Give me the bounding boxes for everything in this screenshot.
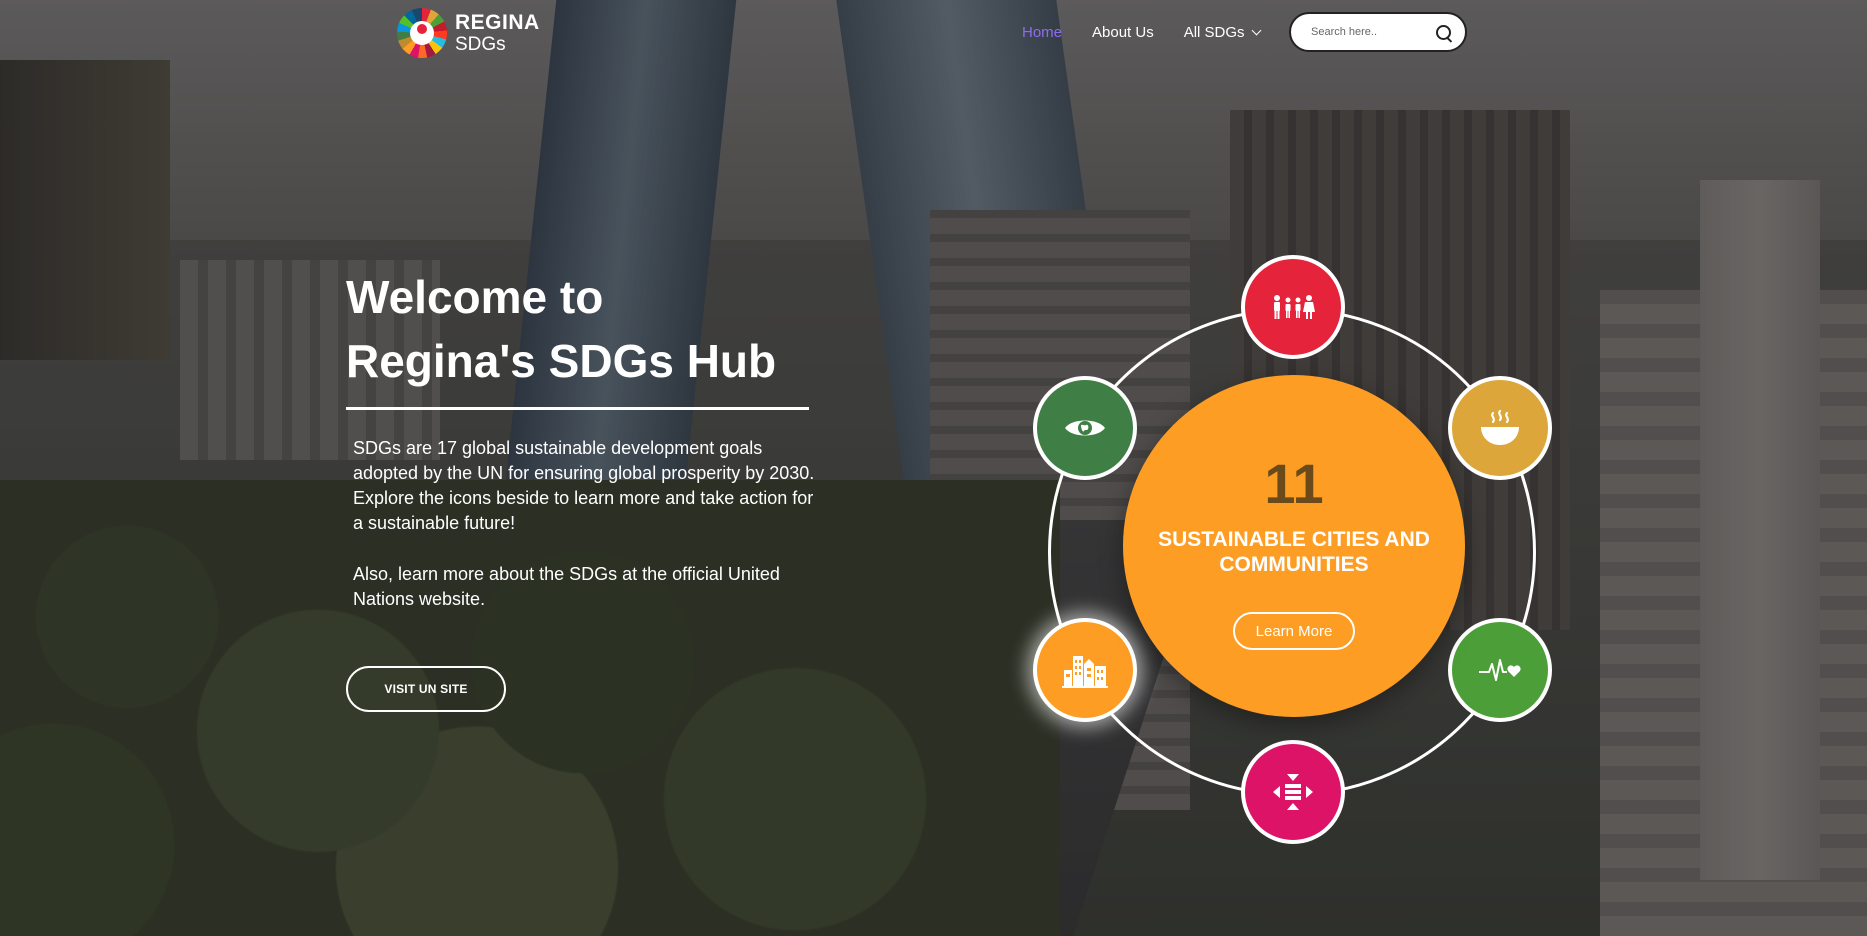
featured-goal-panel: 11 SUSTAINABLE CITIES AND COMMUNITIES Le…: [1123, 375, 1465, 717]
nav-about-us[interactable]: About Us: [1092, 24, 1154, 41]
visit-un-site-button[interactable]: VISIT UN SITE: [346, 666, 506, 712]
goal-node-family[interactable]: [1241, 255, 1345, 359]
search-icon[interactable]: [1436, 25, 1451, 40]
goal-number: 11: [1264, 452, 1324, 515]
bowl-icon: [1481, 409, 1519, 445]
nav-all-sdgs-label: All SDGs: [1183, 24, 1245, 41]
city-icon: [1062, 656, 1108, 688]
nav-all-sdgs[interactable]: All SDGs: [1183, 24, 1262, 41]
chevron-down-icon: [1251, 25, 1262, 36]
goal-node-equality[interactable]: [1241, 740, 1345, 844]
logo-title: REGINA: [455, 11, 540, 34]
page-title: Welcome to Regina's SDGs Hub: [346, 265, 866, 393]
hero-background: [0, 0, 1867, 936]
goal-node-health[interactable]: [1448, 618, 1552, 722]
search-box: [1289, 12, 1467, 52]
family-icon: [1274, 295, 1315, 319]
title-line-2: Regina's SDGs Hub: [346, 335, 777, 387]
main-nav: Home About Us All SDGs: [1022, 24, 1262, 41]
title-line-1: Welcome to: [346, 271, 604, 323]
logo-subtitle: SDGs: [455, 34, 506, 55]
site-logo[interactable]: REGINA SDGs: [397, 8, 540, 58]
title-divider: [346, 407, 809, 410]
goal-node-city[interactable]: [1033, 618, 1137, 722]
intro-paragraph: SDGs are 17 global sustainable developme…: [353, 438, 815, 533]
learn-more-button[interactable]: Learn More: [1233, 612, 1355, 650]
eye-globe-icon: [1065, 420, 1105, 436]
un-paragraph: Also, learn more about the SDGs at the o…: [353, 564, 780, 609]
nav-home[interactable]: Home: [1022, 24, 1062, 41]
equality-icon: [1273, 774, 1313, 810]
sdg-wheel-icon: [397, 8, 447, 58]
heartbeat-icon: [1479, 659, 1521, 681]
search-input[interactable]: [1309, 25, 1433, 39]
goal-node-life-on-land[interactable]: [1033, 376, 1137, 480]
goal-title: SUSTAINABLE CITIES AND COMMUNITIES: [1158, 528, 1430, 576]
